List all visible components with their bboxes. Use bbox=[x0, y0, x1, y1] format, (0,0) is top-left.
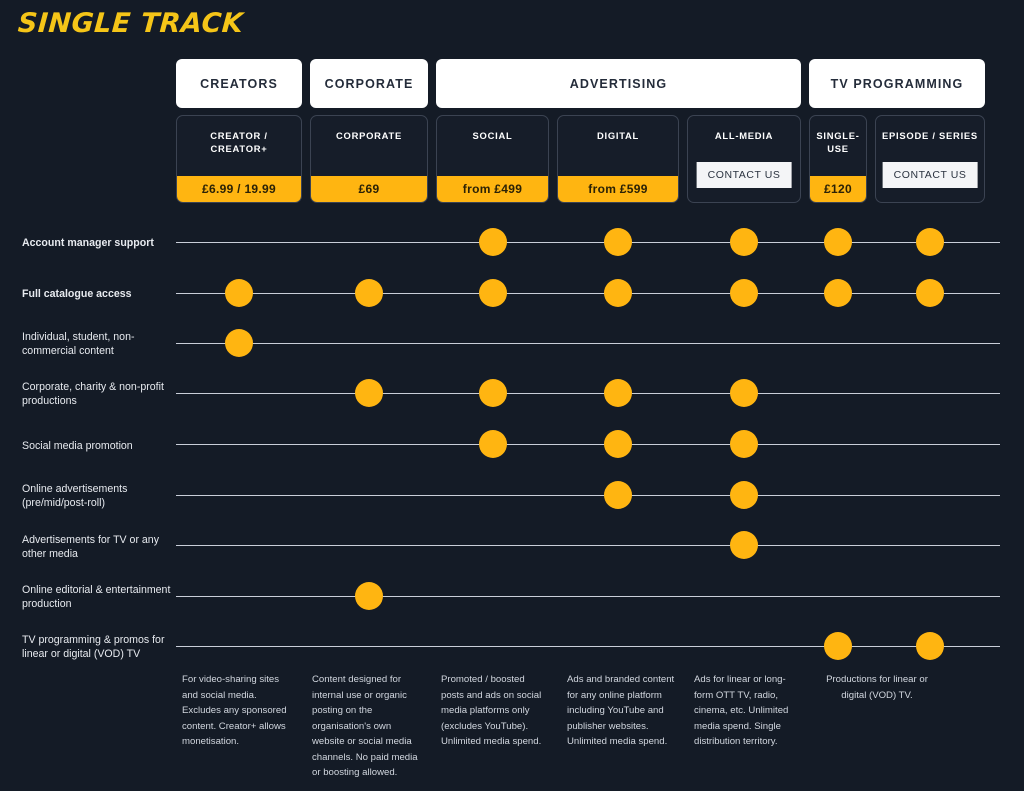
plan-footnote: Productions for linear or digital (VOD) … bbox=[826, 674, 928, 701]
plan-footnote: Ads and branded content for any online p… bbox=[567, 674, 675, 747]
plan-footnote: Content designed for internal use or org… bbox=[312, 674, 418, 778]
plan-footnote: Ads for linear or long-form OTT TV, radi… bbox=[694, 674, 789, 747]
plan-footnote: For video-sharing sites and social media… bbox=[182, 674, 287, 747]
plan-footnote: Promoted / boosted posts and ads on soci… bbox=[441, 674, 542, 747]
footnotes: For video-sharing sites and social media… bbox=[0, 0, 1024, 791]
